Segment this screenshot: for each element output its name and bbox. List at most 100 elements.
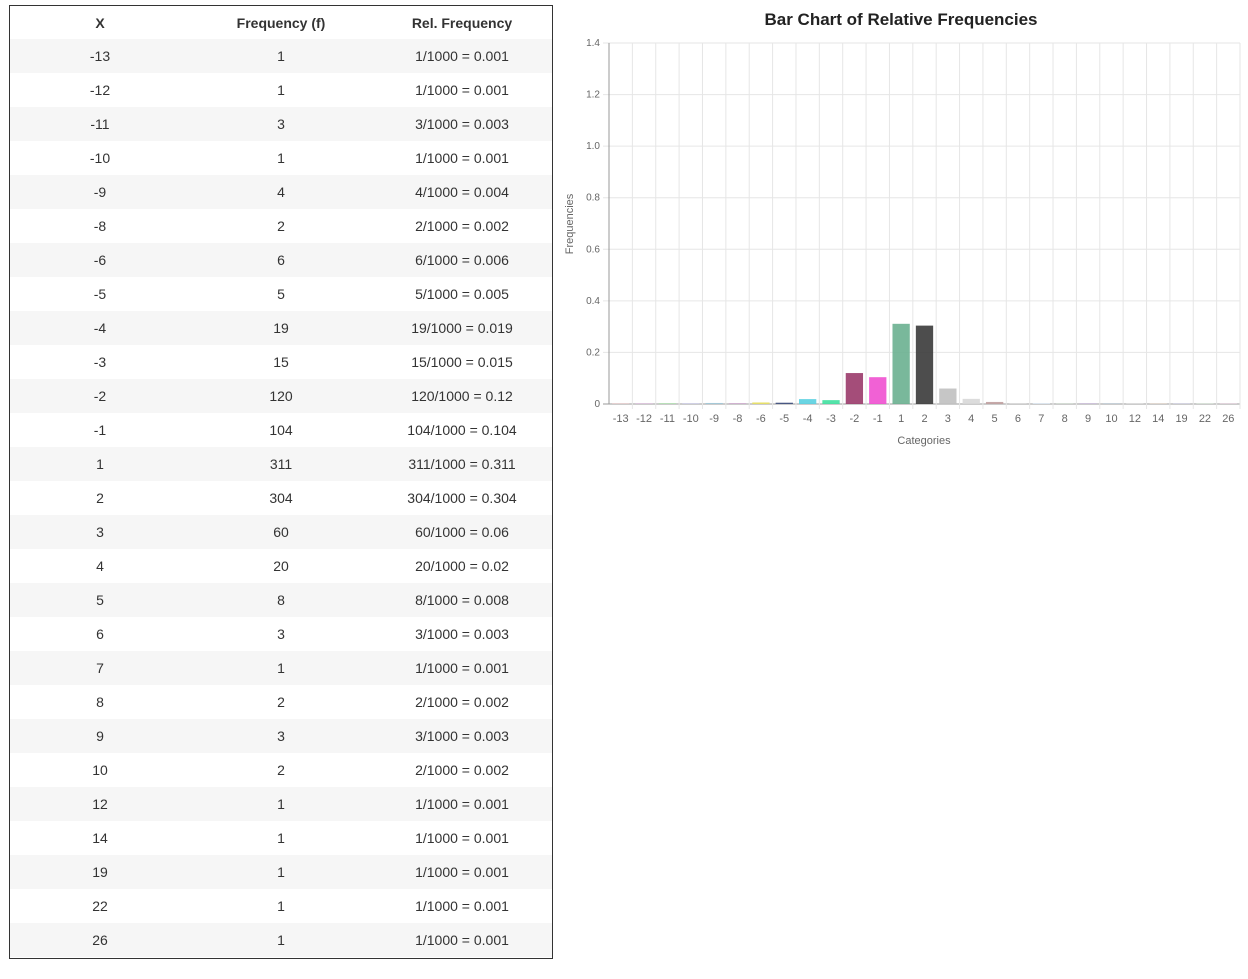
cell-frequency: 3 (277, 626, 285, 642)
y-tick-label: 0.8 (586, 193, 600, 204)
cell-rel-frequency: 1/1000 = 0.001 (415, 48, 509, 64)
cell-rel-frequency: 1/1000 = 0.001 (415, 830, 509, 846)
x-tick-label: -13 (613, 413, 629, 425)
cell-frequency: 1 (277, 830, 285, 846)
cell-x: 26 (92, 932, 108, 948)
bar--12 (635, 403, 653, 404)
cell-frequency: 120 (269, 388, 293, 404)
cell-x: -5 (93, 286, 107, 302)
cell-rel-frequency: 6/1000 = 0.006 (415, 252, 509, 268)
bar-14 (1149, 403, 1167, 404)
cell-frequency: 1 (277, 898, 285, 914)
cell-rel-frequency: 3/1000 = 0.003 (415, 728, 509, 744)
cell-x: -13 (89, 48, 111, 64)
bar-7 (1032, 403, 1050, 404)
x-tick-label: 5 (992, 413, 998, 425)
chart-title: Bar Chart of Relative Frequencies (764, 10, 1037, 29)
cell-rel-frequency: 15/1000 = 0.015 (411, 354, 513, 370)
cell-rel-frequency: 3/1000 = 0.003 (415, 626, 509, 642)
cell-x: 4 (96, 558, 104, 574)
cell-rel-frequency: 60/1000 = 0.06 (415, 524, 509, 540)
table-row: 14 1 1/1000 = 0.001 (10, 821, 552, 855)
cell-frequency: 15 (273, 354, 289, 370)
cell-rel-frequency: 5/1000 = 0.005 (415, 286, 509, 302)
y-tick-label: 0.2 (586, 347, 600, 358)
header-rel-frequency: Rel. Frequency (411, 14, 513, 31)
bar-22 (1196, 403, 1214, 404)
cell-frequency: 8 (277, 592, 285, 608)
table-row: -4 19 19/1000 = 0.019 (10, 311, 552, 345)
table-row: -12 1 1/1000 = 0.001 (10, 73, 552, 107)
y-tick-label: 0.4 (586, 296, 600, 307)
x-tick-label: 2 (921, 413, 927, 425)
cell-rel-frequency: 304/1000 = 0.304 (407, 490, 517, 506)
bar-chart: Bar Chart of Relative Frequencies 0 0.2 0.… (564, 10, 1241, 447)
cell-x: 7 (96, 660, 104, 676)
x-tick-label: -4 (803, 413, 813, 425)
bar--9 (705, 402, 723, 404)
cell-x: 10 (92, 762, 108, 778)
cell-x: 1 (96, 456, 104, 472)
table-row: 19 1 1/1000 = 0.001 (10, 855, 552, 889)
cell-x: -1 (93, 422, 107, 438)
cell-frequency: 1 (277, 660, 285, 676)
cell-rel-frequency: 311/1000 = 0.311 (408, 456, 516, 472)
bar--5 (775, 402, 793, 404)
x-tick-label: -6 (756, 413, 766, 425)
table-row: 1 311 311/1000 = 0.311 (10, 447, 552, 481)
cell-frequency: 1 (277, 150, 285, 166)
bar--1 (869, 377, 887, 404)
x-tick-label: -9 (709, 413, 719, 425)
table-row: -9 4 4/1000 = 0.004 (10, 175, 552, 209)
cell-rel-frequency: 1/1000 = 0.001 (415, 150, 509, 166)
cell-rel-frequency: 20/1000 = 0.02 (415, 558, 509, 574)
table-row: -10 1 1/1000 = 0.001 (10, 141, 552, 175)
bars-layer (612, 323, 1237, 404)
table-row: 10 2 2/1000 = 0.002 (10, 753, 552, 787)
table-row: 9 3 3/1000 = 0.003 (10, 719, 552, 753)
cell-rel-frequency: 3/1000 = 0.003 (415, 116, 509, 132)
bar-9 (1079, 403, 1097, 404)
frequency-table-container: X Frequency (f) Rel. Frequency -13 1 1/100… (9, 5, 553, 959)
table-row: 26 1 1/1000 = 0.001 (10, 923, 552, 957)
cell-x: 19 (92, 864, 108, 880)
x-tick-label: 7 (1038, 413, 1044, 425)
cell-x: -2 (93, 388, 107, 404)
cell-frequency: 1 (277, 864, 285, 880)
y-axis-label: Frequencies (564, 193, 576, 254)
table-row: 12 1 1/1000 = 0.001 (10, 787, 552, 821)
cell-frequency: 311 (269, 456, 293, 472)
cell-x: -6 (93, 252, 107, 268)
frequency-table: X Frequency (f) Rel. Frequency -13 1 1/100… (10, 6, 552, 957)
table-body: -13 1 1/1000 = 0.001 -12 1 1/1000 = 0.001 -11 3… (10, 39, 552, 957)
cell-x: 9 (96, 728, 104, 744)
x-tick-label: -10 (683, 413, 699, 425)
cell-frequency: 304 (269, 490, 293, 506)
cell-rel-frequency: 1/1000 = 0.001 (415, 82, 509, 98)
x-tick-label: 9 (1085, 413, 1091, 425)
x-tick-label: 22 (1199, 413, 1211, 425)
bar--11 (658, 403, 677, 404)
x-tick-label: -1 (873, 413, 883, 425)
table-row: -5 5 5/1000 = 0.005 (10, 277, 552, 311)
table-row: -6 6 6/1000 = 0.006 (10, 243, 552, 277)
cell-frequency: 60 (273, 524, 289, 540)
cell-rel-frequency: 104/1000 = 0.104 (407, 422, 517, 438)
bar-5 (985, 401, 1004, 404)
header-frequency: Frequency (f) (236, 14, 326, 31)
axis-layer: 00.20.40.60.81.01.21.4-13 -12 -11 -10 -9 -8 -6… (586, 38, 1234, 425)
cell-frequency: 4 (277, 184, 285, 200)
bar--8 (728, 403, 747, 404)
cell-x: 2 (96, 490, 104, 506)
cell-frequency: 1 (277, 48, 285, 64)
cell-x: -9 (93, 184, 107, 200)
table-row: 8 2 2/1000 = 0.002 (10, 685, 552, 719)
x-tick-label: 6 (1015, 413, 1021, 425)
x-tick-label: -5 (779, 413, 789, 425)
bar-1 (892, 323, 910, 404)
x-tick-label: 8 (1062, 413, 1068, 425)
cell-rel-frequency: 1/1000 = 0.001 (415, 660, 509, 676)
cell-frequency: 6 (277, 252, 285, 268)
cell-frequency: 2 (277, 762, 285, 778)
table-row: 5 8 8/1000 = 0.008 (10, 583, 552, 617)
